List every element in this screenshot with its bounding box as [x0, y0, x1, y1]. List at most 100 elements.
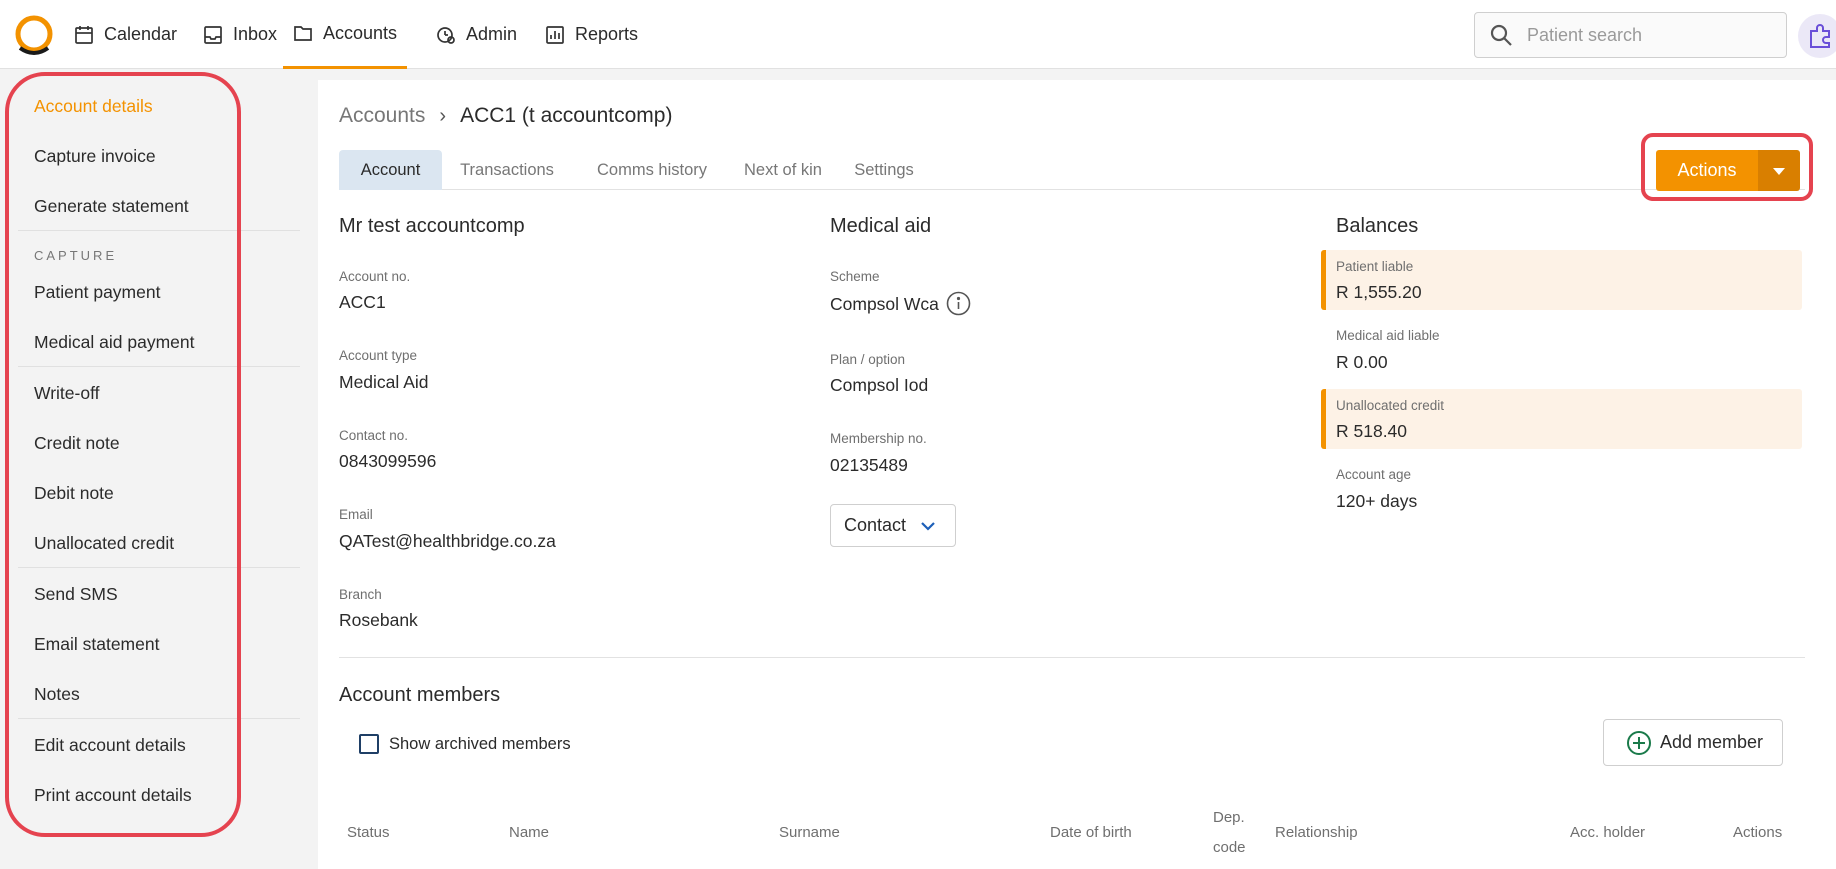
inbox-icon [204, 25, 222, 44]
nav-reports-label: Reports [575, 24, 639, 44]
scheme-value: Compsol Wca [830, 294, 939, 314]
patient-liable-label: Patient liable [1336, 259, 1414, 274]
account-members-title: Account members [339, 684, 501, 706]
contact-dropdown-label: Contact [844, 515, 907, 535]
show-archived-checkbox[interactable] [359, 734, 379, 754]
patient-search-input[interactable] [1527, 24, 1767, 46]
sidebar-item-print-account-details[interactable]: Print account details [34, 785, 192, 806]
sidebar-item-write-off[interactable]: Write-off [34, 383, 99, 404]
nav-inbox-label: Inbox [233, 24, 278, 44]
sidebar-item-unallocated-credit[interactable]: Unallocated credit [34, 533, 174, 554]
puzzle-icon [1810, 24, 1830, 48]
sidebar-section-capture: CAPTURE [34, 248, 118, 263]
column-surname[interactable]: Surname [779, 824, 840, 841]
column-date-of-birth[interactable]: Date of birth [1050, 824, 1132, 841]
branch-value: Rosebank [339, 610, 418, 630]
add-member-label: Add member [1660, 732, 1764, 752]
scheme-label: Scheme [830, 269, 880, 284]
patient-liable-value: R 1,555.20 [1336, 282, 1422, 302]
search-icon [1490, 24, 1512, 46]
sidebar-item-patient-payment[interactable]: Patient payment [34, 282, 160, 303]
reports-icon [546, 25, 564, 44]
nav-calendar-label: Calendar [104, 24, 178, 44]
sidebar-item-debit-note[interactable]: Debit note [34, 483, 114, 504]
breadcrumb-current: ACC1 (t accountcomp) [460, 104, 673, 127]
column-dep-code-line1[interactable]: Dep. [1213, 809, 1245, 826]
sidebar-divider [18, 567, 300, 568]
actions-button[interactable]: Actions [1656, 150, 1758, 191]
patient-search[interactable] [1474, 12, 1787, 58]
contact-no-value: 0843099596 [339, 451, 437, 471]
unallocated-credit-value: R 518.40 [1336, 421, 1408, 441]
admin-icon [437, 26, 455, 44]
chevron-down-icon [921, 521, 935, 531]
plus-circle-icon [1627, 730, 1651, 755]
nav-inbox[interactable]: Inbox [203, 0, 277, 69]
nav-admin-label: Admin [466, 24, 518, 44]
breadcrumb: Accounts › ACC1 (t accountcomp) [339, 104, 672, 128]
tab-next-of-kin[interactable]: Next of kin [738, 150, 828, 190]
info-icon[interactable] [946, 291, 971, 316]
tab-settings[interactable]: Settings [849, 150, 919, 190]
column-status[interactable]: Status [347, 824, 390, 841]
extension-button[interactable] [1798, 14, 1836, 58]
account-age-label: Account age [1336, 467, 1412, 482]
sidebar-item-medical-aid-payment[interactable]: Medical aid payment [34, 332, 195, 353]
caret-down-icon [1773, 167, 1785, 175]
sidebar-item-edit-account-details[interactable]: Edit account details [34, 735, 186, 756]
contact-dropdown[interactable]: Contact [830, 504, 956, 547]
column-name[interactable]: Name [509, 824, 549, 841]
sidebar-item-notes[interactable]: Notes [34, 684, 80, 705]
breadcrumb-accounts[interactable]: Accounts [339, 104, 425, 128]
sidebar-divider [18, 718, 300, 719]
column-acc-holder[interactable]: Acc. holder [1570, 824, 1645, 841]
plan-option-label: Plan / option [830, 352, 906, 367]
account-type-label: Account type [339, 348, 418, 363]
sidebar-item-generate-statement[interactable]: Generate statement [34, 196, 189, 217]
medical-aid-title: Medical aid [830, 215, 932, 237]
tab-transactions[interactable]: Transactions [452, 150, 562, 190]
nav-accounts[interactable]: Accounts [283, 0, 408, 69]
account-no-label: Account no. [339, 269, 411, 284]
folder-icon [294, 26, 312, 41]
column-relationship[interactable]: Relationship [1275, 824, 1358, 841]
chevron-right-icon: › [439, 104, 447, 127]
membership-no-label: Membership no. [830, 431, 927, 446]
sidebar-item-capture-invoice[interactable]: Capture invoice [34, 146, 156, 167]
nav-calendar[interactable]: Calendar [74, 0, 177, 69]
unallocated-credit-label: Unallocated credit [1336, 398, 1445, 413]
sidebar-item-account-details[interactable]: Account details [34, 96, 153, 117]
email-label: Email [339, 507, 373, 522]
account-holder-name: Mr test accountcomp [339, 215, 525, 237]
calendar-icon [75, 25, 93, 44]
sidebar-divider [18, 366, 300, 367]
column-dep-code-line2[interactable]: code [1213, 839, 1246, 856]
column-actions[interactable]: Actions [1733, 824, 1782, 841]
account-type-value: Medical Aid [339, 372, 429, 392]
show-archived-label[interactable]: Show archived members [389, 735, 571, 754]
branch-label: Branch [339, 587, 382, 602]
account-no-value: ACC1 [339, 292, 386, 312]
tab-comms-history[interactable]: Comms history [587, 150, 717, 190]
section-divider [339, 657, 1805, 658]
actions-dropdown-toggle[interactable] [1758, 150, 1800, 191]
contact-no-label: Contact no. [339, 428, 409, 443]
balances-title: Balances [1336, 215, 1419, 237]
plan-option-value: Compsol Iod [830, 375, 929, 395]
nav-admin[interactable]: Admin [436, 0, 517, 69]
nav-accounts-label: Accounts [323, 22, 398, 43]
sidebar-item-email-statement[interactable]: Email statement [34, 634, 159, 655]
membership-no-value: 02135489 [830, 455, 908, 475]
account-age-value: 120+ days [1336, 491, 1418, 511]
medical-aid-liable-value: R 0.00 [1336, 352, 1388, 372]
tab-bar: Account Transactions Comms history Next … [339, 150, 1805, 190]
tab-account[interactable]: Account [339, 150, 442, 190]
sidebar-divider [18, 230, 300, 231]
app-logo-icon[interactable] [14, 14, 54, 56]
add-member-button[interactable]: Add member [1603, 719, 1783, 766]
sidebar-item-send-sms[interactable]: Send SMS [34, 584, 118, 605]
nav-reports[interactable]: Reports [545, 0, 638, 69]
medical-aid-liable-label: Medical aid liable [1336, 328, 1440, 343]
top-bar: Calendar Inbox Accounts Admin Reports [0, 0, 1836, 69]
sidebar-item-credit-note[interactable]: Credit note [34, 433, 120, 454]
